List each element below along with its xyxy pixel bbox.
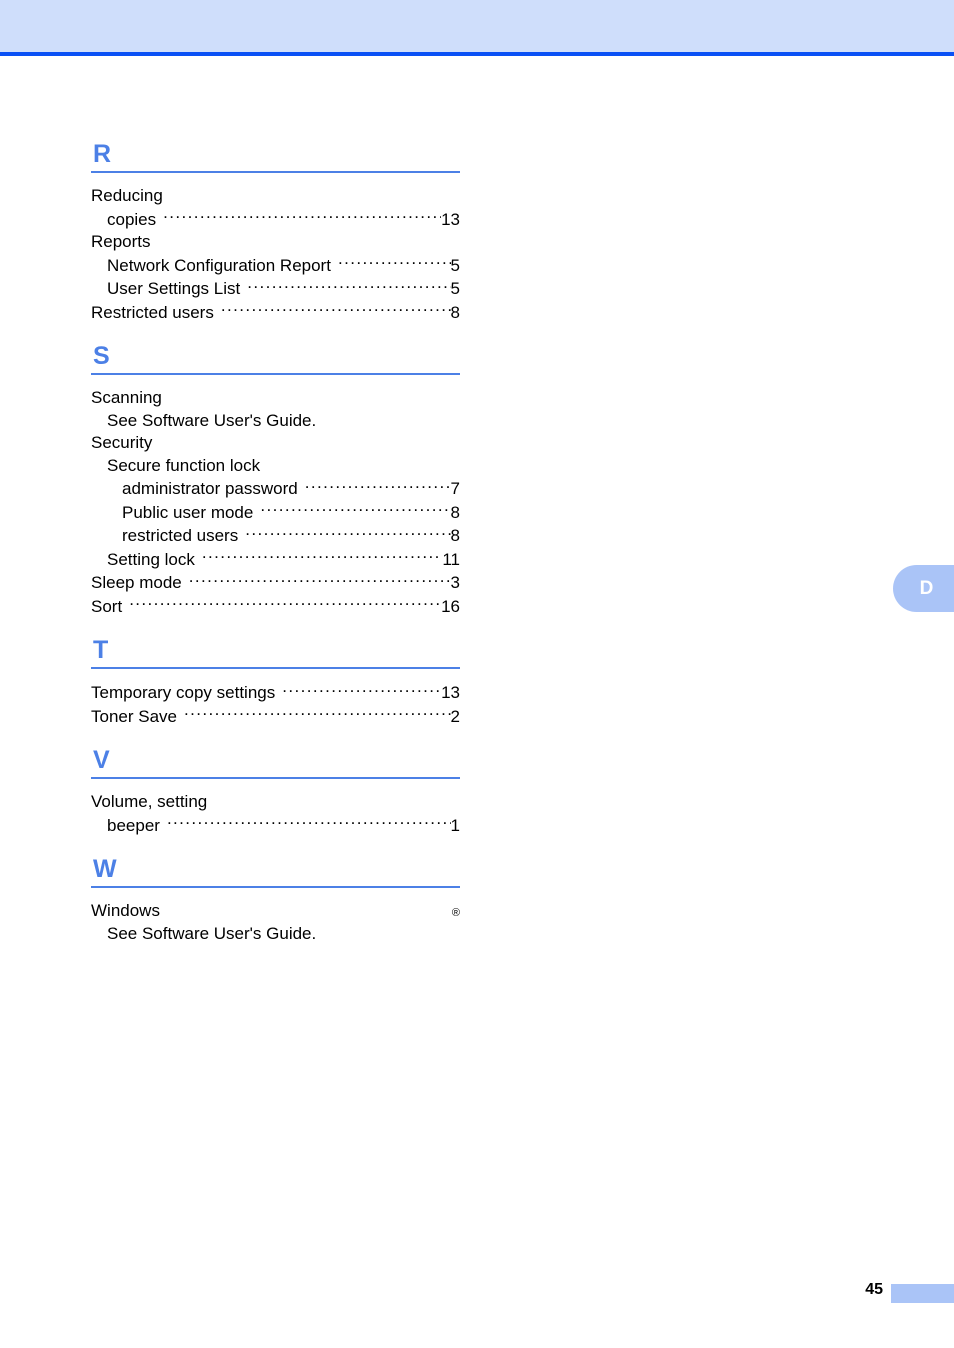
index-entry-label: beeper — [107, 815, 160, 835]
index-entry[interactable]: Scanning — [91, 387, 460, 410]
index-entry[interactable]: Windows ® — [91, 900, 460, 923]
index-entry-label: Reports — [91, 232, 151, 251]
index-section: T Temporary copy settings 13 Toner Save 2 — [91, 636, 460, 728]
index-entry[interactable]: Volume, setting — [91, 791, 460, 814]
index-entry-label: See Software User's Guide. — [107, 923, 317, 943]
dot-leader — [189, 571, 451, 588]
index-entry-label: Scanning — [91, 388, 162, 407]
index-entry-label: restricted users — [122, 526, 239, 545]
index-entry-label: Public user mode — [122, 502, 254, 522]
index-entry-page: 16 — [441, 596, 460, 616]
index-entry-page: 7 — [450, 479, 460, 498]
index-entry-label: Security — [91, 433, 153, 452]
index-entry-label: Toner Save — [91, 706, 177, 726]
section-rule — [91, 777, 460, 779]
index-content: RReducingcopies13ReportsNetwork Configur… — [91, 140, 460, 945]
index-section: R Reducing copies 13 Reports Network Configur… — [91, 140, 460, 324]
dot-leader — [163, 208, 441, 225]
index-entry[interactable]: Security — [91, 432, 460, 455]
index-entry[interactable]: administrator password 7 — [91, 477, 460, 501]
dot-leader — [202, 548, 442, 565]
index-entry[interactable]: Secure function lock — [91, 455, 460, 478]
index-entry-page: 8 — [450, 502, 460, 522]
index-entry-label: Secure function lock — [107, 455, 261, 475]
section-letter: V — [93, 746, 110, 774]
dot-leader — [245, 524, 450, 541]
dot-leader — [247, 277, 450, 294]
index-entry[interactable]: Network Configuration Report 5 — [91, 254, 460, 278]
index-entry[interactable]: Temporary copy settings 13 — [91, 681, 460, 705]
index-entry-page: 8 — [450, 526, 460, 545]
section-rule — [91, 373, 460, 375]
section-letter: W — [93, 855, 117, 883]
index-entry-label: Volume, setting — [91, 792, 208, 811]
index-entry-label: copies — [107, 209, 157, 229]
index-entry-label: See Software User's Guide. — [107, 410, 317, 430]
section-letter: S — [93, 342, 110, 370]
section-rule — [91, 171, 460, 173]
index-entry-label: administrator password — [122, 479, 298, 498]
index-entry-page: 11 — [442, 549, 460, 569]
index-entry-label: Setting lock — [107, 549, 195, 569]
section-rule — [91, 667, 460, 669]
index-entry[interactable]: Toner Save 2 — [91, 705, 460, 729]
dot-leader — [338, 254, 451, 271]
dot-leader — [260, 501, 450, 518]
index-entry[interactable]: Reducing — [91, 185, 460, 208]
index-entry[interactable]: beeper 1 — [91, 814, 460, 838]
index-entry[interactable]: copies 13 — [91, 208, 460, 232]
index-entry-label: Temporary copy settings — [91, 683, 276, 702]
index-entry[interactable]: restricted users 8 — [91, 524, 460, 548]
index-entry[interactable]: Public user mode 8 — [91, 501, 460, 525]
index-entry[interactable]: See Software User's Guide. — [91, 410, 460, 433]
index-entry[interactable]: Reports — [91, 231, 460, 254]
index-entry[interactable]: Sort 16 — [91, 595, 460, 619]
index-entry-label: Sleep mode — [91, 573, 182, 592]
index-section: S Scanning See Software User's Guide. Secur… — [91, 342, 460, 618]
index-entry-page: 2 — [450, 706, 460, 726]
chapter-tab-letter: D — [919, 577, 934, 599]
index-entry-page: 13 — [441, 683, 460, 702]
dot-leader — [282, 681, 441, 698]
index-entry[interactable]: Restricted users 8 — [91, 301, 460, 325]
index-entry[interactable]: Sleep mode 3 — [91, 571, 460, 595]
chapter-tab-d: D — [893, 565, 954, 612]
index-section: W Windows ® See Software User's Guide. — [91, 855, 460, 945]
page-number: 45 — [865, 1281, 883, 1298]
index-entry[interactable]: User Settings List 5 — [91, 277, 460, 301]
index-entry-page: 3 — [450, 573, 460, 592]
dot-leader — [167, 814, 451, 831]
index-section: V Volume, setting beeper 1 — [91, 746, 460, 837]
section-rule — [91, 886, 460, 888]
dot-leader — [129, 595, 441, 612]
index-entry-page: 1 — [450, 815, 460, 835]
index-entry-page: 5 — [450, 255, 460, 275]
page-header-rule — [0, 52, 954, 56]
index-entry-label: Windows — [91, 901, 160, 920]
index-entry-label: Restricted users — [91, 302, 214, 322]
index-entry-label: Network Configuration Report — [107, 255, 331, 275]
page-header-band — [0, 0, 954, 52]
index-entry[interactable]: Setting lock 11 — [91, 548, 460, 572]
index-entry-page: 8 — [450, 302, 460, 322]
index-entry-page: 5 — [450, 279, 460, 298]
footer-accent-block — [891, 1284, 954, 1303]
index-entry[interactable]: See Software User's Guide. — [91, 923, 460, 946]
index-entry-label: Sort — [91, 596, 123, 616]
section-letter: R — [93, 140, 112, 168]
index-entry-page: 13 — [441, 209, 460, 229]
index-entry-label: User Settings List — [107, 279, 241, 298]
dot-leader — [305, 477, 451, 494]
index-entry-label: Reducing — [91, 186, 163, 205]
dot-leader — [221, 301, 451, 318]
section-letter: T — [93, 636, 109, 664]
dot-leader — [184, 705, 451, 722]
